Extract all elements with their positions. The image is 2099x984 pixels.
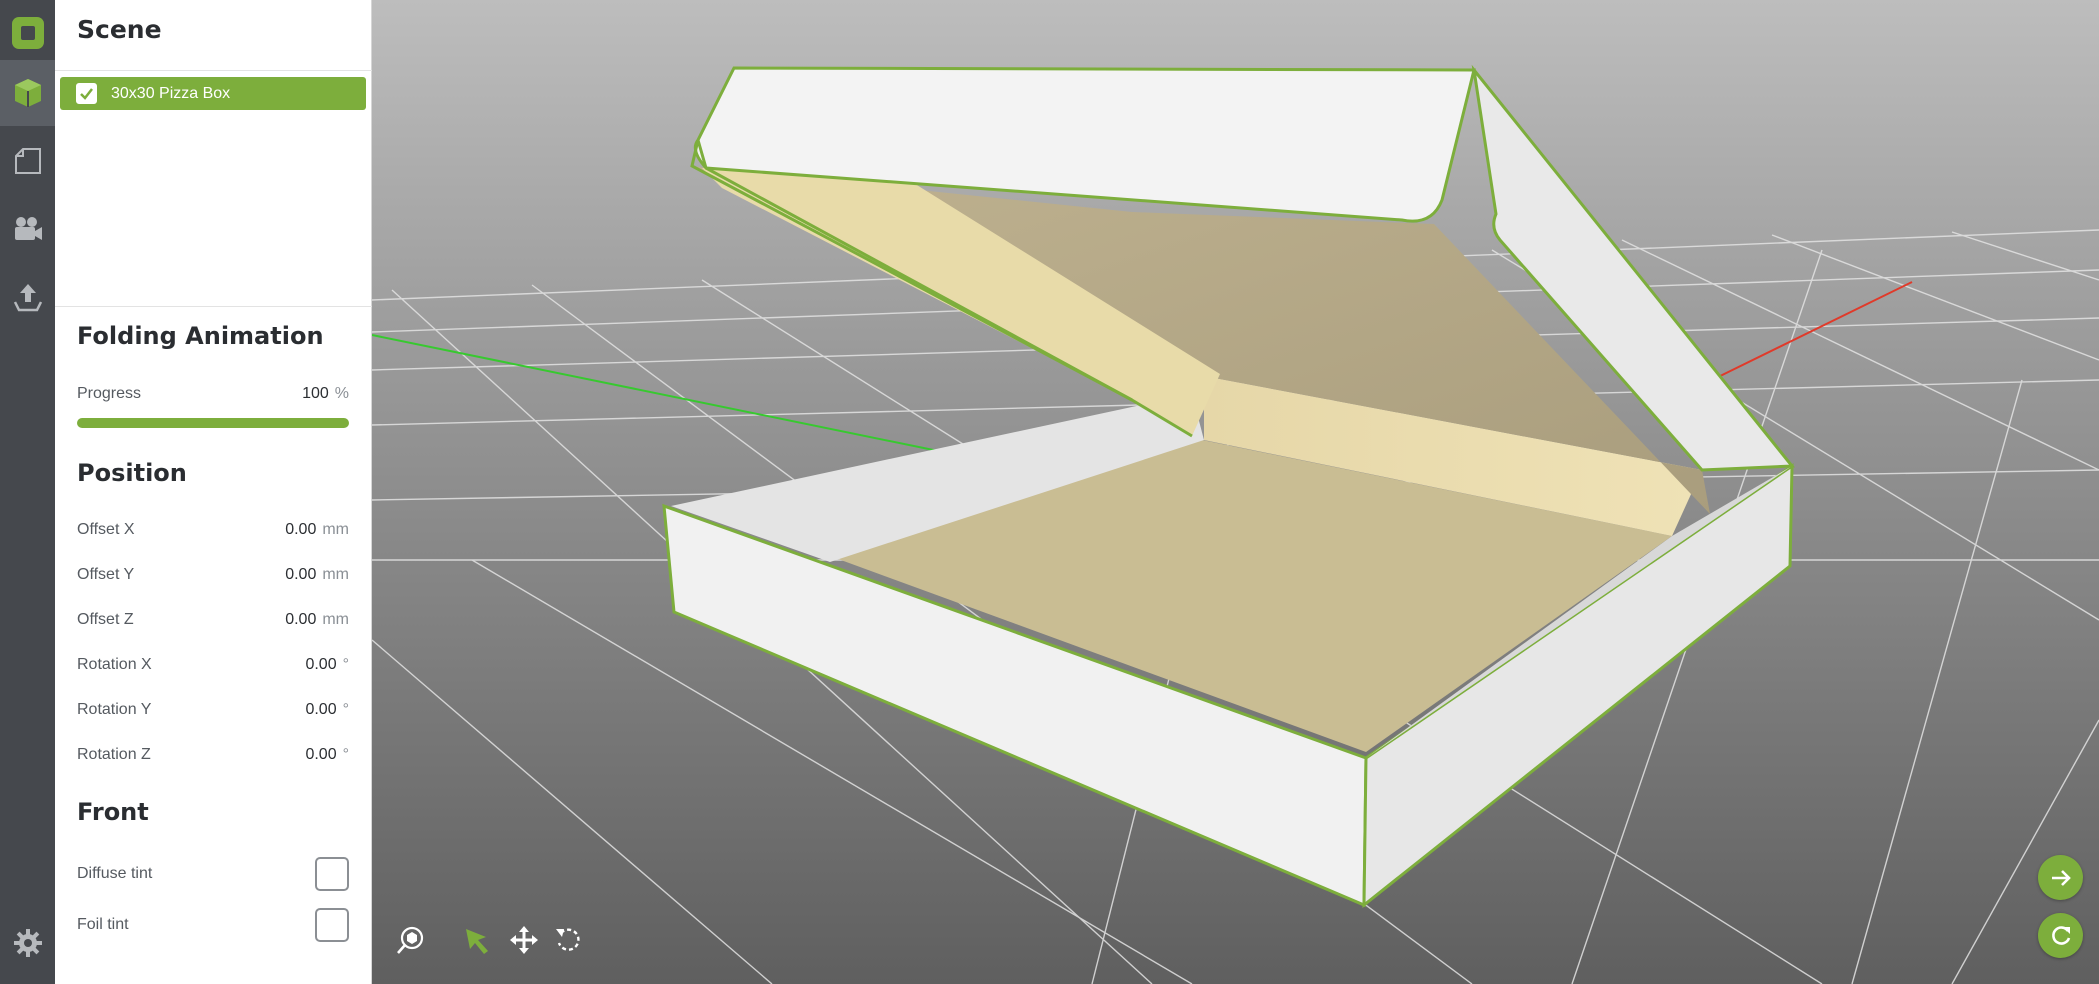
gear-icon[interactable] (0, 910, 55, 976)
upload-icon[interactable] (0, 264, 55, 330)
move-icon[interactable] (507, 923, 541, 957)
next-arrow-icon[interactable] (2038, 855, 2083, 900)
rotation-x-row[interactable]: Rotation X 0.00 ° (77, 653, 349, 677)
box-3d-icon[interactable] (0, 60, 55, 126)
offset-z-value[interactable]: 0.00 (285, 611, 316, 629)
check-icon (80, 88, 93, 100)
rotation-y-value[interactable]: 0.00 (305, 701, 336, 719)
position-title: Position (77, 459, 187, 487)
flat-box-icon[interactable] (0, 128, 55, 194)
progress-label: Progress (77, 385, 142, 402)
scene-item-checkbox[interactable] (76, 83, 97, 104)
diffuse-tint-label: Diffuse tint (77, 865, 153, 882)
offset-y-label: Offset Y (77, 566, 135, 583)
diffuse-tint-row: Diffuse tint (77, 856, 349, 892)
offset-z-row[interactable]: Offset Z 0.00 mm (77, 608, 349, 632)
scene-title: Scene (77, 15, 162, 44)
progress-row: Progress 100 % (77, 382, 349, 406)
front-title: Front (77, 798, 149, 826)
offset-y-row[interactable]: Offset Y 0.00 mm (77, 563, 349, 587)
foil-tint-row: Foil tint (77, 907, 349, 943)
progress-value: 100 (302, 385, 329, 402)
diffuse-tint-checkbox[interactable] (315, 857, 349, 891)
rotation-z-value[interactable]: 0.00 (305, 746, 336, 764)
progress-unit: % (334, 385, 349, 402)
scene-item-pizza-box[interactable]: 30x30 Pizza Box (60, 77, 366, 110)
video-camera-icon[interactable] (0, 196, 55, 262)
zoom-fit-icon[interactable] (394, 923, 428, 957)
refresh-icon[interactable] (2038, 913, 2083, 958)
rotation-y-label: Rotation Y (77, 701, 152, 718)
rotate-icon[interactable] (552, 923, 586, 957)
rotation-x-unit: ° (342, 656, 349, 673)
sidebar-rail (0, 0, 55, 984)
divider (55, 70, 372, 71)
offset-z-label: Offset Z (77, 611, 134, 628)
3d-viewport[interactable] (372, 0, 2099, 984)
rotation-x-value[interactable]: 0.00 (305, 656, 336, 674)
rotation-z-unit: ° (342, 746, 349, 763)
offset-z-unit: mm (322, 611, 349, 628)
select-arrow-icon[interactable] (462, 923, 496, 957)
offset-x-value[interactable]: 0.00 (285, 521, 316, 539)
rotation-z-row[interactable]: Rotation Z 0.00 ° (77, 743, 349, 767)
offset-x-row[interactable]: Offset X 0.00 mm (77, 518, 349, 542)
folding-animation-title: Folding Animation (77, 322, 324, 350)
divider (55, 306, 372, 307)
foil-tint-checkbox[interactable] (315, 908, 349, 942)
app-logo-icon[interactable] (0, 0, 55, 66)
offset-y-unit: mm (322, 566, 349, 583)
rotation-y-unit: ° (342, 701, 349, 718)
scene-item-label: 30x30 Pizza Box (111, 84, 231, 102)
rotation-y-row[interactable]: Rotation Y 0.00 ° (77, 698, 349, 722)
offset-x-label: Offset X (77, 521, 135, 538)
scene-render (372, 0, 2099, 984)
offset-y-value[interactable]: 0.00 (285, 566, 316, 584)
rotation-x-label: Rotation X (77, 656, 152, 673)
properties-panel: Scene 30x30 Pizza Box Folding Animation … (55, 0, 372, 984)
rotation-z-label: Rotation Z (77, 746, 151, 763)
progress-slider[interactable] (77, 418, 349, 428)
foil-tint-label: Foil tint (77, 916, 129, 933)
offset-x-unit: mm (322, 521, 349, 538)
